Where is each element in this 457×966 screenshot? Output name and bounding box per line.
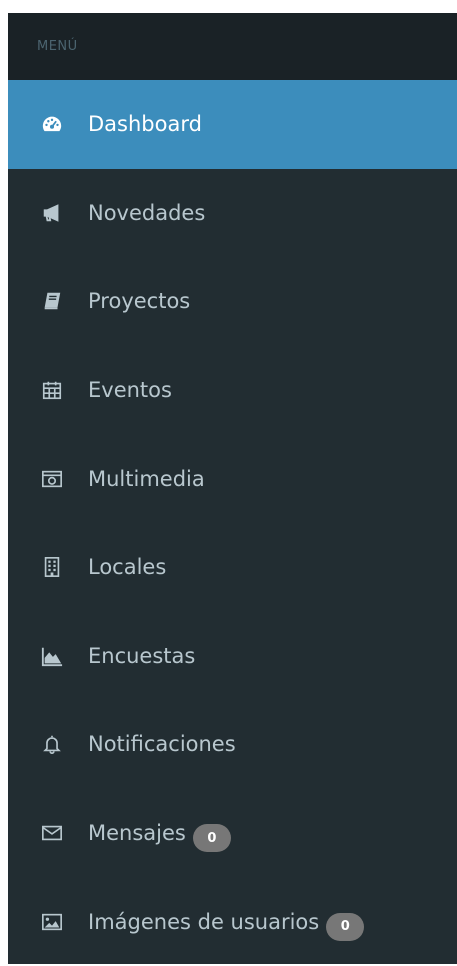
user-images-count-badge: 0	[326, 912, 365, 941]
menu-item-locales[interactable]: Locales	[8, 523, 457, 612]
menu-item-multimedia[interactable]: Multimedia	[8, 434, 457, 523]
menu-item-label: Mensajes	[88, 821, 186, 846]
menu-item-novedades[interactable]: Novedades	[8, 169, 457, 258]
menu-item-encuestas[interactable]: Encuestas	[8, 612, 457, 701]
camera-icon	[41, 468, 63, 490]
menu-item-label: Locales	[88, 555, 167, 580]
menu-item-proyectos[interactable]: Proyectos	[8, 257, 457, 346]
image-icon	[41, 911, 63, 933]
book-icon	[41, 290, 63, 312]
menu-item-eventos[interactable]: Eventos	[8, 346, 457, 435]
menu-item-label: Notificaciones	[88, 732, 236, 757]
menu-item-label: Proyectos	[88, 289, 191, 314]
menu-list: Dashboard Novedades Proyectos Eventos Mu	[8, 80, 457, 966]
dashboard-icon	[41, 113, 63, 135]
menu-item-label: Eventos	[88, 378, 172, 403]
menu-item-imagenes-de-usuarios[interactable]: Imágenes de usuarios 0	[8, 877, 457, 966]
bell-icon	[41, 733, 63, 755]
building-icon	[41, 556, 63, 578]
menu-header: MENÚ	[8, 13, 457, 80]
menu-item-notificaciones[interactable]: Notificaciones	[8, 700, 457, 789]
area-chart-icon	[41, 645, 63, 667]
menu-item-dashboard[interactable]: Dashboard	[8, 80, 457, 169]
envelope-icon	[41, 822, 63, 844]
messages-count-badge: 0	[192, 824, 231, 853]
menu-item-mensajes[interactable]: Mensajes 0	[8, 789, 457, 878]
sidebar-menu: MENÚ Dashboard Novedades Proyectos Event…	[8, 13, 457, 964]
menu-item-label: Novedades	[88, 200, 206, 225]
menu-item-label: Encuestas	[88, 643, 196, 668]
menu-item-label: Imágenes de usuarios	[88, 909, 320, 934]
megaphone-icon	[41, 202, 63, 224]
calendar-icon	[41, 379, 63, 401]
menu-item-label: Multimedia	[88, 466, 205, 491]
menu-item-label: Dashboard	[88, 112, 202, 137]
